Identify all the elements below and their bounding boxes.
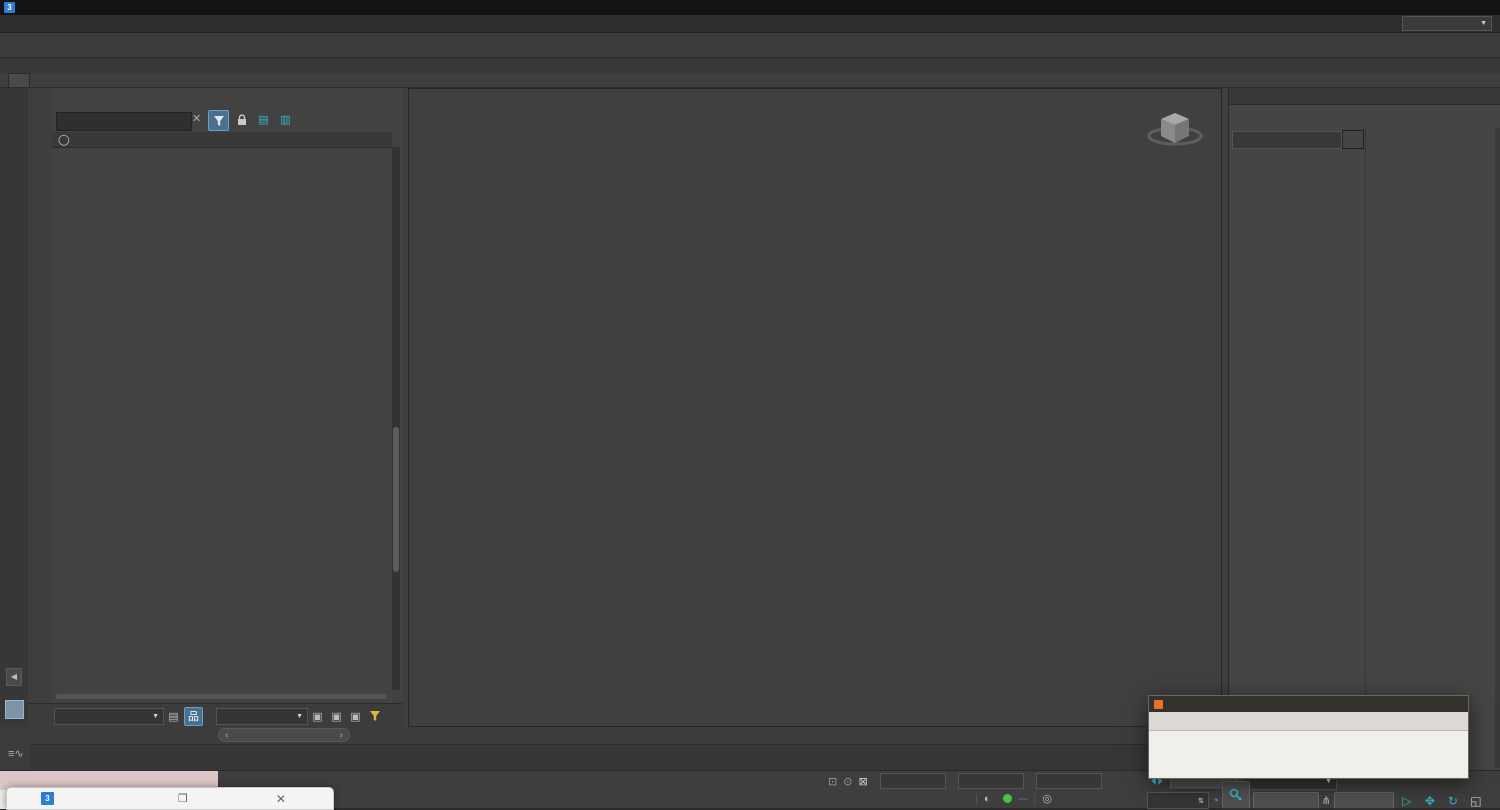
add-to-set-icon[interactable]: ▣ [328,708,345,725]
zero-chip[interactable] [1017,797,1028,800]
filter-funnel-icon[interactable] [208,110,229,131]
menu-bar: ▼ [0,15,1500,33]
key-filter-char-icon[interactable]: ⋔ [1322,794,1331,807]
expand-all-icon[interactable]: ▤ [254,110,273,129]
new-set-icon[interactable]: ▣ [309,708,326,725]
title-bar: 3 [0,0,1500,15]
y-coordinate-field[interactable] [957,773,1024,789]
ocam-app-icon [1154,699,1163,709]
ribbon-tabs [0,58,1500,73]
set-keypoint-button[interactable] [1252,792,1319,809]
explorer-column-header[interactable]: ◯ [52,132,392,148]
workspace-combo[interactable]: ▼ [1402,16,1492,31]
command-panel [1228,88,1500,770]
viewport-statistics [423,121,475,191]
main-toolbar [0,33,1500,58]
explorer-hscrollbar[interactable] [56,694,386,699]
explorer-vscrollbar[interactable] [392,147,400,690]
maximize-viewport-icon[interactable]: ◱ [1466,793,1486,808]
view-cube[interactable] [1147,103,1203,151]
explorer-preset-combo[interactable]: ▼ [54,707,164,725]
key-mode-icon[interactable]: ◔ [1212,795,1219,807]
clear-search-icon[interactable]: ✕ [192,112,201,125]
scene-explorer: ✕ ▤ ▥ ◯ [52,88,402,727]
selection-set-combo[interactable]: ▼ [216,707,308,725]
enable-green-dot [1002,794,1012,803]
left-dock-strip: ◀ [0,88,28,727]
time-tag-icon[interactable]: ◐ [984,793,991,805]
ocam-title-bar[interactable] [1149,696,1468,712]
zoom-region-icon[interactable]: ▷ [1397,793,1417,808]
add-marker-icon[interactable]: ◎ [1042,792,1052,805]
object-color-swatch[interactable] [1342,130,1364,149]
scene-tree [52,147,390,693]
selection-lock-icon[interactable]: ⊙ [843,775,852,788]
ocam-window[interactable] [1148,695,1469,779]
absolute-mode-icon[interactable]: ⊠ [858,775,867,788]
key-filters-button[interactable] [1333,792,1394,809]
lock-icon[interactable] [232,110,251,129]
mini-curve-toggle-icon[interactable]: ≡∿ [8,747,24,760]
hierarchy-mode-icon[interactable]: 品 [184,706,203,726]
popup-max-icon: 3 [41,792,54,805]
explorer-search-input[interactable] [56,112,192,131]
3ds-max-window: 3 ▼ ◀ ✕ ▤ ▥ ◯ ▼ ▤ 品 ▼ ▣ ▣ ▣ ‹ › ≡∿ ⊡ ⊙ ⊠… [0,0,1500,810]
panel-dock-icon[interactable] [5,700,24,719]
object-name-field[interactable] [1232,131,1342,149]
set-key-big-button[interactable] [1221,780,1250,809]
explorer-footer: ▼ ▤ 品 ▼ ▣ ▣ ▣ [28,703,402,728]
z-coordinate-field[interactable] [1035,773,1102,789]
timeline: ‹ › ≡∿ [0,727,1228,772]
x-coordinate-field[interactable] [879,773,946,789]
current-frame-spinner[interactable]: ⇅ [1147,792,1209,809]
popup-close-icon[interactable]: ✕ [276,792,286,806]
pan-icon[interactable]: ✥ [1420,793,1440,808]
popup-restore-icon[interactable]: ❐ [178,792,188,805]
ribbon-subrow [0,73,1500,88]
footer-filter-icon[interactable] [366,708,383,725]
time-ruler[interactable] [30,744,1226,772]
layers-icon[interactable]: ▤ [165,708,182,725]
next-frame-icon[interactable]: › [340,729,344,741]
perspective-viewport[interactable] [408,88,1222,727]
app-icon: 3 [4,2,15,13]
collapse-arrow-button[interactable]: ◀ [6,668,22,686]
subtract-set-icon[interactable]: ▣ [347,708,364,725]
prev-frame-icon[interactable]: ‹ [225,729,229,741]
orbit-icon[interactable]: ↻ [1443,793,1463,808]
tab-poly-modeling[interactable] [8,73,30,87]
collapse-all-icon[interactable]: ▥ [276,110,295,129]
explorer-filter-column [28,88,52,727]
panel-scrollbar[interactable] [1495,128,1500,768]
isolate-selection-icon[interactable]: ⊡ [828,775,837,788]
taskbar-thumbnail-popup[interactable]: 3 ❐ ✕ [6,787,334,810]
frame-indicator[interactable]: ‹ › [218,728,350,742]
